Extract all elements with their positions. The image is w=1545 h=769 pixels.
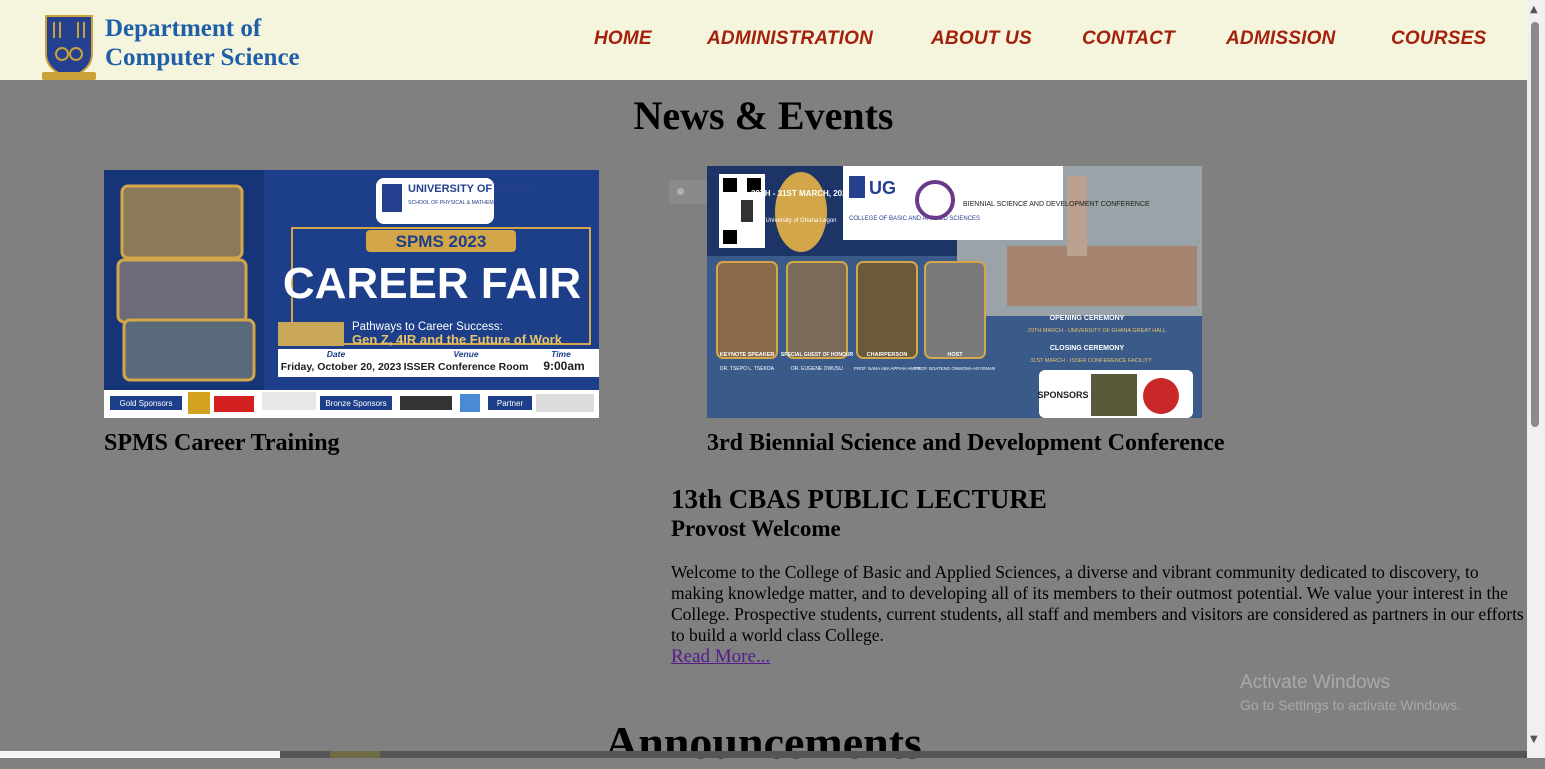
poster2-dates: 29TH - 31ST MARCH, 2023 [751, 189, 852, 198]
poster1-venue-label: Venue [453, 349, 478, 359]
poster1-university: UNIVERSITY OF GHANA [408, 183, 536, 195]
slider-indicator[interactable] [669, 180, 707, 204]
bottom-strip [0, 751, 1527, 758]
scroll-up-icon[interactable]: ▲ [1530, 4, 1538, 15]
main-nav: HOME ADMINISTRATION ABOUT US CONTACT ADM… [0, 28, 1527, 54]
poster2-speaker3-role: CHAIRPERSON [867, 352, 908, 358]
vertical-scrollbar[interactable]: ▲ ▼ [1527, 0, 1545, 758]
poster2-closing: CLOSING CEREMONY [1050, 345, 1125, 352]
poster2-venue: University of Ghana Legon [765, 218, 836, 224]
poster2-college: COLLEGE OF BASIC AND APPLIED SCIENCES [849, 216, 980, 222]
poster1-gold: Gold Sponsors [120, 399, 173, 408]
poster1-time-label: Time [551, 349, 571, 359]
conference-poster[interactable]: 29TH - 31ST MARCH, 2023 University of Gh… [707, 166, 1202, 418]
bottom-strip-segment [0, 751, 280, 758]
poster2-speaker1-role: KEYNOTE SPEAKER [720, 352, 775, 358]
nav-administration[interactable]: ADMINISTRATION [707, 28, 873, 50]
poster2-speaker2-role: SPECIAL GUEST OF HONOUR [781, 352, 854, 358]
poster1-headline: CAREER FAIR [283, 259, 581, 308]
poster2-speaker3-name: PROF. NANA ABA APPIAH AMFO [854, 366, 921, 371]
poster1-school: SCHOOL OF PHYSICAL & MATHEMATICAL SCIENC… [408, 200, 540, 206]
poster1-bronze: Bronze Sponsors [325, 399, 386, 408]
scroll-thumb[interactable] [1531, 22, 1539, 427]
announcements-heading: Announcements [605, 717, 922, 768]
poster1-time: 9:00am [543, 359, 584, 373]
news-events-heading: News & Events [633, 93, 894, 138]
activate-windows-watermark: Activate Windows Go to Settings to activ… [1240, 671, 1461, 715]
career-fair-poster[interactable]: UNIVERSITY OF GHANA SCHOOL OF PHYSICAL &… [104, 170, 599, 418]
nav-home[interactable]: HOME [594, 28, 652, 50]
nav-contact[interactable]: CONTACT [1082, 28, 1175, 50]
provost-welcome-text: Welcome to the College of Basic and Appl… [671, 562, 1524, 645]
poster1-date-label: Date [327, 349, 346, 359]
news-caption-career-training[interactable]: SPMS Career Training [104, 430, 340, 457]
poster1-event: SPMS 2023 [396, 232, 487, 251]
conference-poster-art: 29TH - 31ST MARCH, 2023 University of Gh… [707, 166, 1202, 418]
activate-windows-line1: Activate Windows [1240, 672, 1390, 693]
poster2-opening: OPENING CEREMONY [1050, 315, 1125, 322]
poster2-speaker4-name: PROF. BOATENG ONWONA-AGYEMAN [915, 366, 995, 371]
career-fair-poster-art: UNIVERSITY OF GHANA SCHOOL OF PHYSICAL &… [104, 170, 599, 418]
poster2-closing-detail: 31ST MARCH - ISSER CONFERENCE FACILITY [1030, 358, 1152, 364]
provost-welcome-heading: Provost Welcome [671, 516, 841, 541]
site-header: Department of Computer Science HOME ADMI… [0, 0, 1527, 80]
poster2-speaker2-name: DR. EUGENE OWUSU [791, 366, 843, 372]
news-caption-biennial-conference[interactable]: 3rd Biennial Science and Development Con… [707, 430, 1225, 457]
nav-about-us[interactable]: ABOUT US [931, 28, 1032, 50]
activate-windows-line2: Go to Settings to activate Windows. [1240, 697, 1461, 713]
poster2-opening-detail: 29TH MARCH - UNIVERSITY OF GHANA GREAT H… [1028, 328, 1166, 334]
poster2-ug: UG [869, 178, 896, 198]
nav-admission[interactable]: ADMISSION [1226, 28, 1335, 50]
public-lecture-title[interactable]: 13th CBAS PUBLIC LECTURE [671, 484, 1047, 515]
poster2-speaker4-role: HOST [947, 352, 963, 358]
read-more-link[interactable]: Read More... [671, 646, 770, 668]
nav-courses[interactable]: COURSES [1391, 28, 1486, 50]
scroll-down-icon[interactable]: ▼ [1530, 734, 1538, 745]
poster1-theme2: Gen Z, 4IR and the Future of Work [352, 332, 563, 347]
poster1-date: Friday, October 20, 2023 [281, 361, 402, 373]
poster2-speaker1-name: DR. TSEPO L. TSEKOA [720, 366, 775, 372]
poster2-conference: BIENNIAL SCIENCE AND DEVELOPMENT CONFERE… [963, 201, 1150, 208]
poster2-sponsors: SPONSORS [1037, 390, 1088, 400]
poster1-venue: ISSER Conference Room [404, 361, 529, 373]
poster1-partner: Partner [497, 399, 524, 408]
bottom-strip-segment [330, 751, 380, 758]
